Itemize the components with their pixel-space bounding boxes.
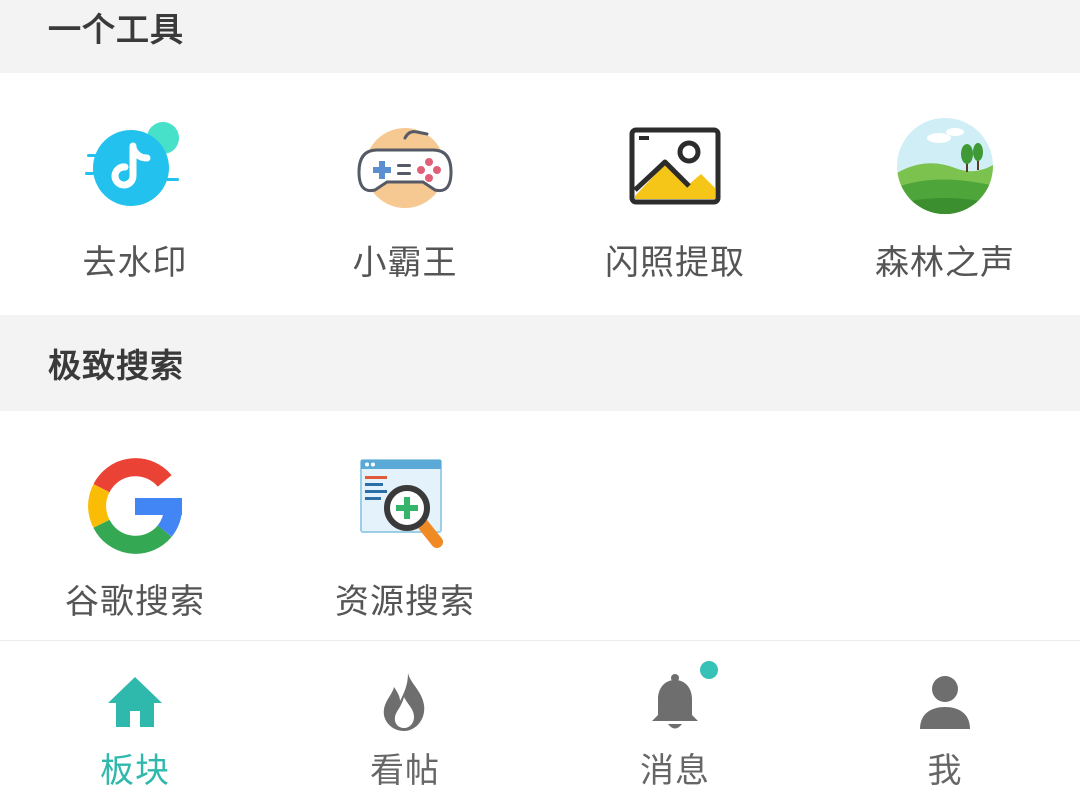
tile-forest-sounds[interactable]: 森林之声 [810,73,1080,315]
search-grid: 谷歌搜索 资源搜索 [0,411,1080,640]
tab-label: 看帖 [370,751,440,791]
image-icon [629,127,721,205]
tab-label: 我 [927,751,963,791]
tab-label: 消息 [640,751,710,791]
web-search-icon [360,459,443,548]
bell-icon [652,674,698,729]
tab-posts[interactable]: 看帖 [270,641,540,809]
tab-messages[interactable]: 消息 [540,641,810,809]
section-title: 极致搜索 [48,346,184,385]
tile-watermark-remover[interactable]: 去水印 [0,73,270,315]
section-header-tools: 一个工具 [0,0,1080,73]
flame-icon [383,673,425,731]
tab-boards[interactable]: 板块 [0,641,270,809]
tab-me[interactable]: 我 [810,641,1080,809]
tile-gamepad[interactable]: 小霸王 [270,73,540,315]
home-icon [108,677,162,727]
tile-label: 谷歌搜索 [65,582,205,622]
tile-label: 去水印 [82,243,188,283]
tile-google-search[interactable]: 谷歌搜索 [0,411,270,640]
tile-flash-photo-extract[interactable]: 闪照提取 [540,73,810,315]
tile-label: 资源搜索 [335,582,475,622]
person-icon [920,676,970,729]
tile-label: 小霸王 [352,243,458,283]
notification-badge [700,661,718,679]
tile-label: 森林之声 [875,243,1015,283]
forest-landscape-icon [897,118,993,214]
tiktok-logo-icon [85,122,179,206]
app-screen: 一个工具 去水印 小霸王 闪照提取 森林之声 极致搜索 谷歌搜索 资源搜索 板块… [0,0,1080,809]
tools-grid: 去水印 小霸王 闪照提取 森林之声 [0,73,1080,315]
tile-resource-search[interactable]: 资源搜索 [270,411,540,640]
bottom-tab-bar: 板块 看帖 消息 我 [0,640,1080,809]
tile-label: 闪照提取 [605,243,745,283]
section-header-search: 极致搜索 [0,315,1080,411]
tab-label: 板块 [100,751,170,791]
gamepad-icon [357,128,453,208]
google-logo-icon [88,458,182,554]
section-title: 一个工具 [48,9,184,49]
